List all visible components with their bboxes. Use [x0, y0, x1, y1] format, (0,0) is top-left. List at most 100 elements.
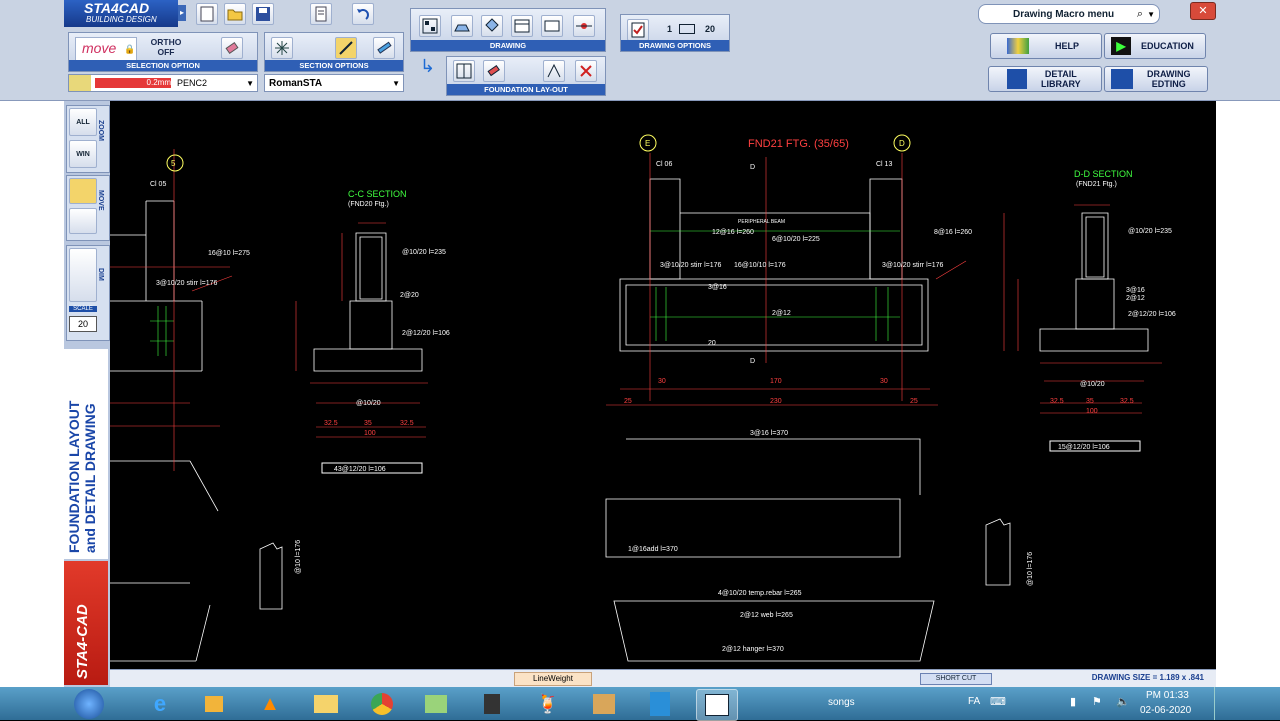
ortho-toggle[interactable]: ORTHO OFF: [143, 37, 189, 59]
chevron-down-icon[interactable]: ▼: [392, 79, 400, 88]
font-combo[interactable]: RomanSTA ▼: [264, 74, 404, 92]
chrome-icon[interactable]: [362, 689, 402, 719]
pile-icon[interactable]: [481, 15, 503, 37]
logo-expand-arrow[interactable]: ▸: [178, 5, 186, 21]
grid-icon[interactable]: [453, 60, 475, 82]
left-footing: [110, 200, 219, 662]
dd-316-label: 3@16: [1126, 287, 1145, 294]
eraser-icon[interactable]: [221, 37, 243, 59]
clock-date[interactable]: 02-06-2020: [1140, 705, 1191, 716]
keyboard-icon[interactable]: ⌨: [990, 695, 1006, 708]
explorer-icon[interactable]: [306, 689, 346, 719]
brand-badge: STA4-CAD: [64, 561, 108, 685]
volume-icon[interactable]: 🔈: [1116, 695, 1130, 708]
education-button[interactable]: ▶ EDUCATION: [1104, 33, 1206, 59]
zoom-all-label: ALL: [76, 118, 90, 126]
detail-library-line1: DETAIL: [1044, 69, 1077, 79]
measure-icon[interactable]: [543, 60, 565, 82]
delete-icon[interactable]: [575, 60, 597, 82]
font-name: RomanSTA: [269, 77, 323, 89]
open-folder-button[interactable]: [224, 3, 246, 25]
move-lock-button[interactable]: move 🔒: [75, 37, 137, 61]
cc-bar-label: 43@12/20 l=106: [334, 466, 386, 473]
dd-100-label: 100: [1086, 408, 1098, 415]
vertical-title-text: FOUNDATION LAYOUT and DETAIL DRAWING: [66, 353, 98, 553]
help-button[interactable]: HELP: [990, 33, 1102, 59]
main-outline: [605, 178, 935, 662]
dim-25a: 25: [624, 398, 632, 405]
save-button[interactable]: [252, 3, 274, 25]
checklist-icon[interactable]: [627, 19, 649, 41]
show-desktop-button[interactable]: [1214, 687, 1227, 720]
vertical-title: FOUNDATION LAYOUT and DETAIL DRAWING: [64, 349, 108, 559]
shortcut-button[interactable]: SHORT CUT: [920, 673, 992, 685]
folder-app-icon[interactable]: [416, 689, 456, 719]
main-title: FND21 FTG. (35/65): [748, 138, 849, 150]
dimension-button[interactable]: [69, 248, 97, 302]
start-button[interactable]: [74, 689, 104, 719]
vlc-icon[interactable]: ▲: [250, 689, 290, 719]
axis-icon[interactable]: [573, 15, 595, 37]
box-app-icon[interactable]: [584, 689, 624, 719]
flag-icon[interactable]: ⚑: [1092, 695, 1102, 708]
left-dim-lines: [110, 149, 233, 471]
section-line-icon[interactable]: [335, 37, 357, 59]
zoom-window-button[interactable]: WIN: [69, 140, 97, 168]
table-icon[interactable]: [511, 15, 533, 37]
axis-5-label: 5: [171, 159, 176, 168]
pencil-icon[interactable]: [373, 37, 395, 59]
pan-button[interactable]: [69, 208, 97, 234]
brush-icon[interactable]: [483, 60, 505, 82]
new-file-button[interactable]: [196, 3, 218, 25]
move-window-button[interactable]: [69, 178, 97, 204]
section-options-panel: SECTION OPTIONS: [264, 32, 404, 72]
lineweight-button[interactable]: LineWeight: [514, 672, 592, 686]
right-gutter: [1216, 101, 1280, 687]
section-d-bottom: D: [750, 358, 755, 365]
media-player-icon[interactable]: [194, 689, 234, 719]
detail-library-button[interactable]: DETAIL LIBRARY: [988, 66, 1102, 92]
drawing-canvas[interactable]: 5 Cl 05 16@10 l=275 3@10/20 stirr l=176 …: [110, 101, 1216, 669]
return-arrow-icon[interactable]: ↳: [420, 56, 435, 77]
drawing-editing-button[interactable]: DRAWING EDTING: [1104, 66, 1208, 92]
songs-toolbar-label[interactable]: songs: [828, 697, 855, 708]
network-icon[interactable]: ▮: [1070, 695, 1076, 708]
drawing-caption: DRAWING: [411, 40, 605, 51]
pen-width: 0.2mm: [95, 78, 171, 88]
close-button[interactable]: ✕: [1190, 2, 1216, 20]
search-icon[interactable]: ⌕: [1137, 8, 1143, 21]
clock-time[interactable]: PM 01:33: [1146, 690, 1189, 701]
axis-e-label: E: [645, 139, 650, 148]
help-label: HELP: [1055, 41, 1080, 51]
rebar-16-label: 16@10/10 l=176: [734, 262, 786, 269]
drawing-macro-menu[interactable]: Drawing Macro menu ⌕ ▼: [978, 4, 1160, 24]
layout-icon[interactable]: [419, 15, 441, 37]
undo-button[interactable]: [352, 3, 374, 25]
building-app-icon[interactable]: [640, 689, 680, 719]
cad-drawing: 5 Cl 05 16@10 l=275 3@10/20 stirr l=176 …: [110, 134, 1176, 662]
app-logo: STA4CAD BUILDING DESIGN: [64, 0, 178, 27]
ie-icon[interactable]: e: [140, 689, 180, 719]
scale-input[interactable]: 20: [69, 316, 97, 332]
cc-212-label: 2@12/20 l=106: [402, 330, 450, 337]
top-toolbar: STA4CAD BUILDING DESIGN ▸ move 🔒 ORTHO O…: [0, 0, 1280, 101]
print-button[interactable]: [310, 3, 332, 25]
cc-220-label: 2@20: [400, 292, 419, 299]
zoom-win-label: WIN: [76, 150, 90, 158]
move-group: MOVE: [66, 175, 110, 241]
snap-icon[interactable]: [271, 37, 293, 59]
zoom-all-button[interactable]: ALL: [69, 108, 97, 136]
layer-pen-combo[interactable]: 0.2mm PENC2 ▼: [68, 74, 258, 92]
chevron-down-icon[interactable]: ▼: [246, 79, 254, 88]
sta4cad-app-icon[interactable]: [696, 689, 738, 721]
language-indicator[interactable]: FA: [968, 696, 980, 707]
camera-icon[interactable]: [472, 689, 512, 719]
books-icon: [1007, 38, 1029, 54]
chevron-down-icon[interactable]: ▼: [1147, 10, 1155, 19]
footing-icon[interactable]: [451, 15, 473, 37]
dim-230: 230: [770, 398, 782, 405]
window-icon[interactable]: [541, 15, 563, 37]
drink-icon[interactable]: 🍹: [528, 689, 568, 719]
ortho-state: OFF: [157, 47, 175, 57]
bar-web-label: 2@12 web l=265: [740, 612, 793, 619]
